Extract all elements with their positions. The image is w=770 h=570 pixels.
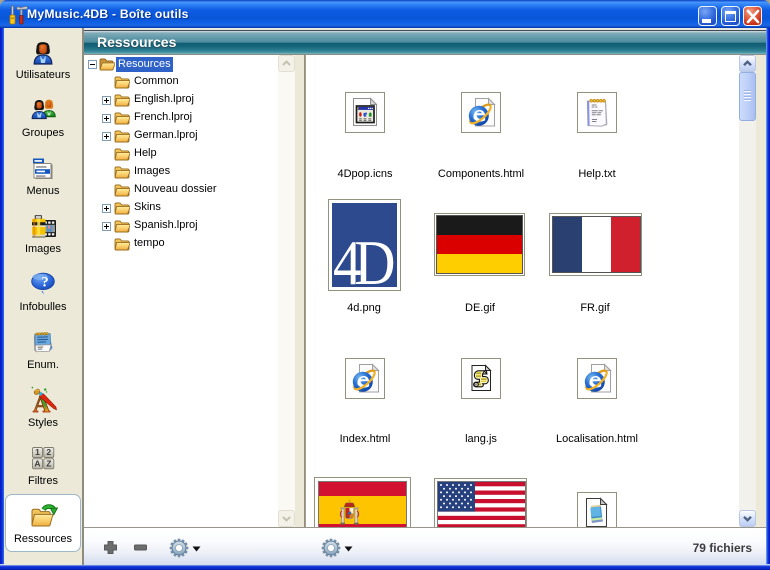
svg-text:A: A xyxy=(34,458,40,468)
svg-text:2: 2 xyxy=(46,447,51,457)
svg-text:Z: Z xyxy=(46,458,51,468)
svg-text:?: ? xyxy=(41,274,49,290)
svg-text:1: 1 xyxy=(35,447,40,457)
